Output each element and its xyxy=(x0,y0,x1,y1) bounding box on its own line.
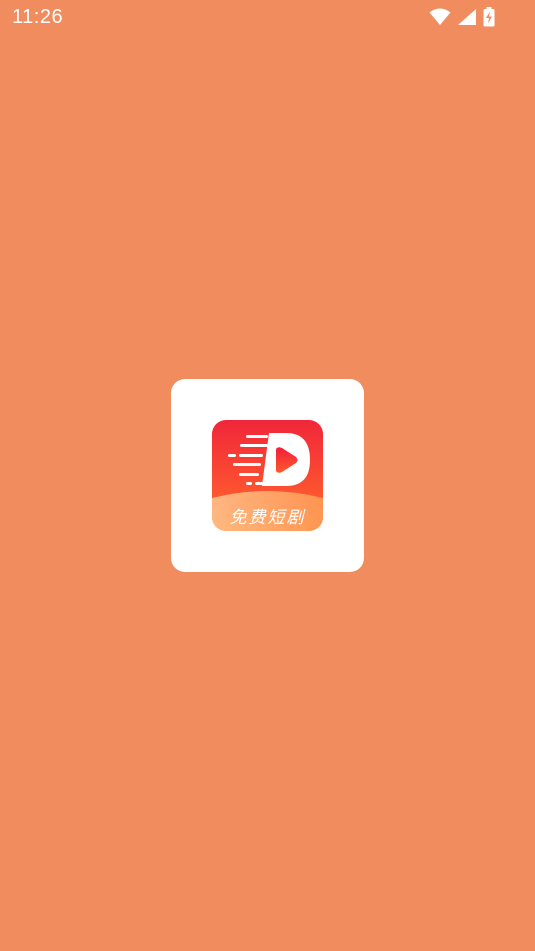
app-icon-label: 免费短剧 xyxy=(229,508,306,528)
battery-charging-icon xyxy=(483,7,495,27)
splash-card: 免费短剧 xyxy=(171,379,364,572)
wifi-icon xyxy=(429,8,451,26)
app-icon: 免费短剧 xyxy=(212,420,323,531)
signal-icon xyxy=(457,8,477,26)
status-time: 11:26 xyxy=(12,6,64,28)
status-bar: 11:26 xyxy=(0,0,535,36)
status-icons xyxy=(429,7,495,27)
